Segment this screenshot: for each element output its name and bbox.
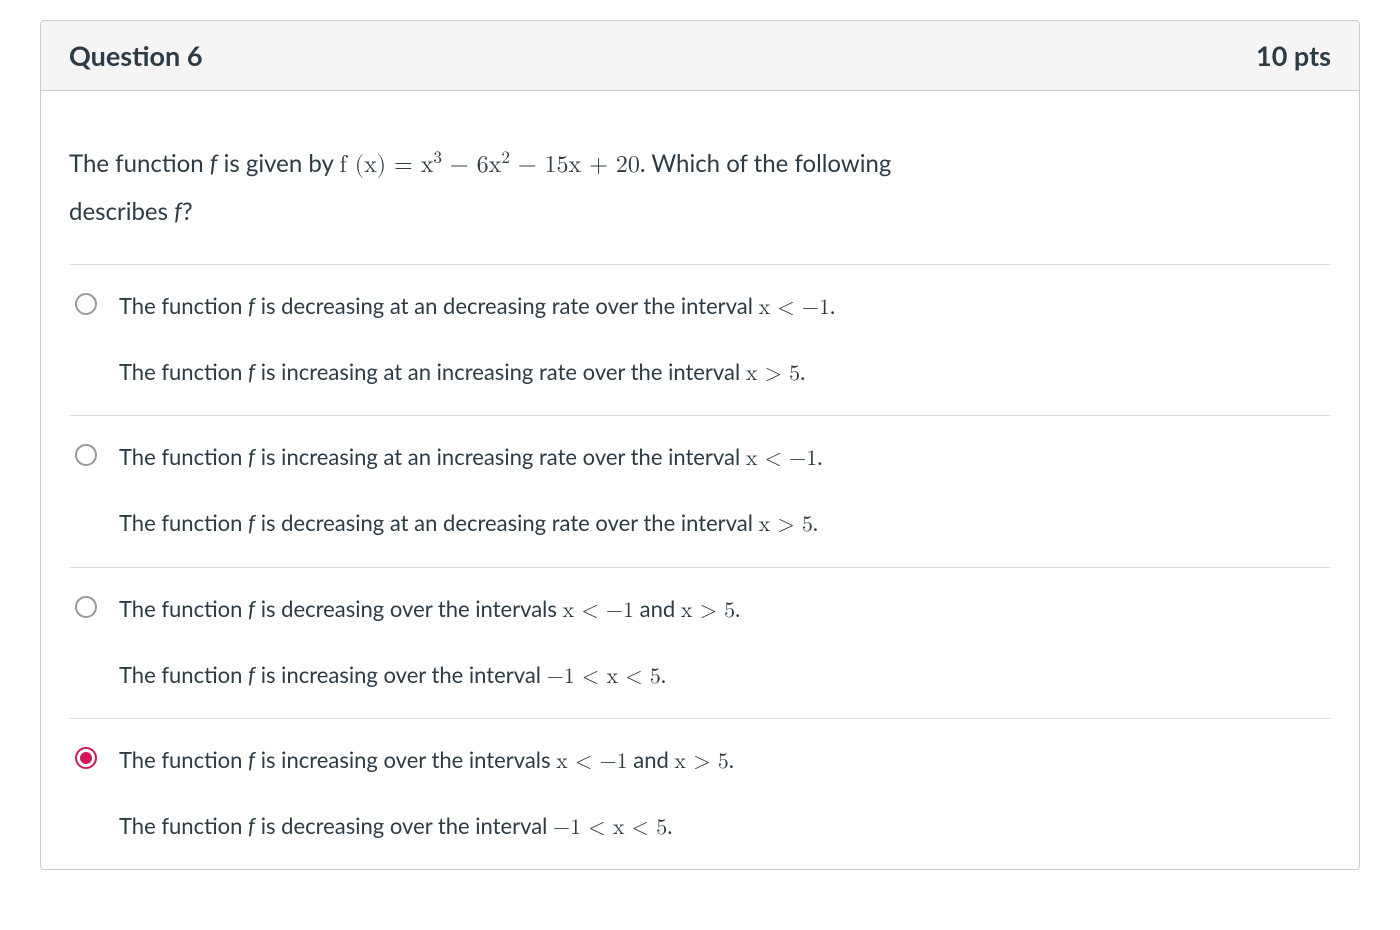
answer-option[interactable]: The function f is decreasing at an decre… xyxy=(69,265,1331,416)
answer-text: The function f is decreasing over the in… xyxy=(119,592,740,694)
prompt-text: is given by xyxy=(217,149,339,178)
radio-icon[interactable] xyxy=(75,596,97,618)
prompt-text: . Which of the following xyxy=(640,149,892,178)
question-title: Question 6 xyxy=(69,39,203,72)
answer-text: The function f is decreasing at an decre… xyxy=(119,289,835,391)
question-points: 10 pts xyxy=(1256,39,1331,72)
answer-option[interactable]: The function f is increasing over the in… xyxy=(69,719,1331,869)
prompt-exp: 3 xyxy=(433,150,442,167)
prompt-fvar: f xyxy=(174,197,182,226)
prompt-text: ? xyxy=(182,197,193,226)
answers-list: The function f is decreasing at an decre… xyxy=(69,264,1331,869)
prompt-math: − 15x + 20 xyxy=(510,153,640,177)
radio-icon-selected[interactable] xyxy=(75,747,97,769)
question-header: Question 6 10 pts xyxy=(41,21,1359,91)
answer-option[interactable]: The function f is decreasing over the in… xyxy=(69,568,1331,719)
prompt-math: − 6x xyxy=(442,153,501,177)
question-body: The function f is given by f (x) = x3 − … xyxy=(41,91,1359,869)
answer-text: The function f is increasing over the in… xyxy=(119,743,734,845)
radio-icon[interactable] xyxy=(75,444,97,466)
prompt-math: f (x) = x xyxy=(339,153,433,177)
answer-option[interactable]: The function f is increasing at an incre… xyxy=(69,416,1331,567)
question-prompt: The function f is given by f (x) = x3 − … xyxy=(69,121,1331,264)
prompt-text: describes xyxy=(69,197,174,226)
radio-icon[interactable] xyxy=(75,293,97,315)
prompt-text: The function xyxy=(69,149,210,178)
question-card: Question 6 10 pts The function f is give… xyxy=(40,20,1360,870)
answer-text: The function f is increasing at an incre… xyxy=(119,440,822,542)
prompt-exp: 2 xyxy=(501,150,510,167)
